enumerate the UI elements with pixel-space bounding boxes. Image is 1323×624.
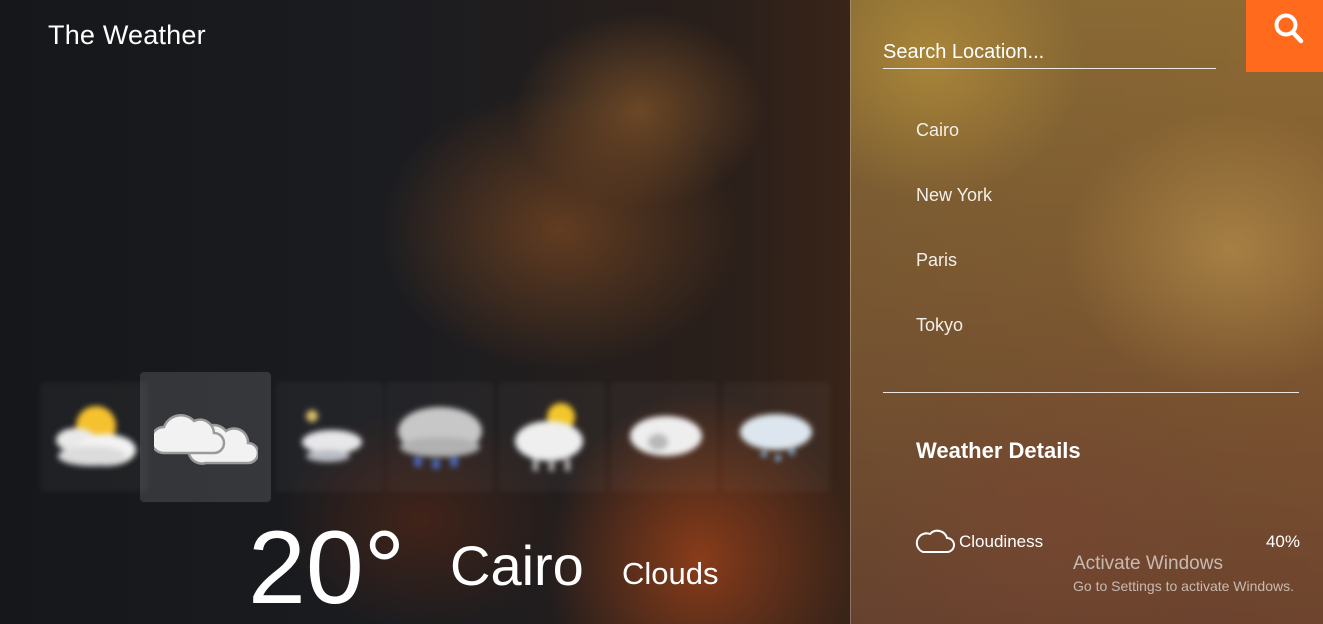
- forecast-item[interactable]: [276, 382, 384, 492]
- detail-label: Cloudiness: [959, 532, 1044, 551]
- search-button[interactable]: [1246, 0, 1323, 72]
- location-item-new-york[interactable]: New York: [916, 183, 992, 248]
- current-city: Cairo: [450, 534, 584, 597]
- sun-cloud-icon: [515, 403, 583, 471]
- rain-cloud-icon: [398, 407, 482, 469]
- forecast-item[interactable]: [610, 382, 718, 492]
- watermark-title: Activate Windows: [1073, 553, 1223, 574]
- detail-value: 40%: [1265, 532, 1300, 551]
- location-item-cairo[interactable]: Cairo: [916, 118, 992, 183]
- forecast-item-selected[interactable]: [140, 372, 271, 502]
- night-cloud-icon: [302, 410, 362, 462]
- partly-sunny-icon: [56, 406, 136, 466]
- detail-row-cloudiness: Cloudiness 40%: [914, 526, 1300, 556]
- current-condition: Clouds: [622, 556, 719, 591]
- overcast-icon: [630, 416, 702, 456]
- watermark-subtitle: Go to Settings to activate Windows.: [1073, 578, 1294, 594]
- forecast-item[interactable]: [722, 382, 830, 492]
- forecast-strip: [36, 372, 836, 502]
- search-icon: [1274, 13, 1304, 44]
- forecast-item[interactable]: [498, 382, 606, 492]
- activation-watermark: Activate Windows Go to Settings to activ…: [1073, 553, 1294, 597]
- weather-details-title: Weather Details: [916, 438, 1081, 463]
- drizzle-icon: [740, 414, 812, 461]
- location-list: Cairo New York Paris Tokyo: [916, 118, 992, 378]
- forecast-item[interactable]: [40, 382, 148, 492]
- cloud-icon: [915, 529, 955, 553]
- current-temperature: 20°: [248, 510, 406, 624]
- side-panel: Cairo New York Paris Tokyo Weather Detai…: [850, 0, 1323, 624]
- forecast-item[interactable]: [386, 382, 494, 492]
- location-item-tokyo[interactable]: Tokyo: [916, 313, 992, 378]
- location-item-paris[interactable]: Paris: [916, 248, 992, 313]
- cloudy-icon: [153, 414, 258, 465]
- weather-app: The Weather 20° Cairo Clouds Search Loca…: [0, 0, 1323, 624]
- divider: [883, 392, 1299, 393]
- app-title: The Weather: [48, 20, 206, 50]
- search-input[interactable]: [883, 36, 1216, 69]
